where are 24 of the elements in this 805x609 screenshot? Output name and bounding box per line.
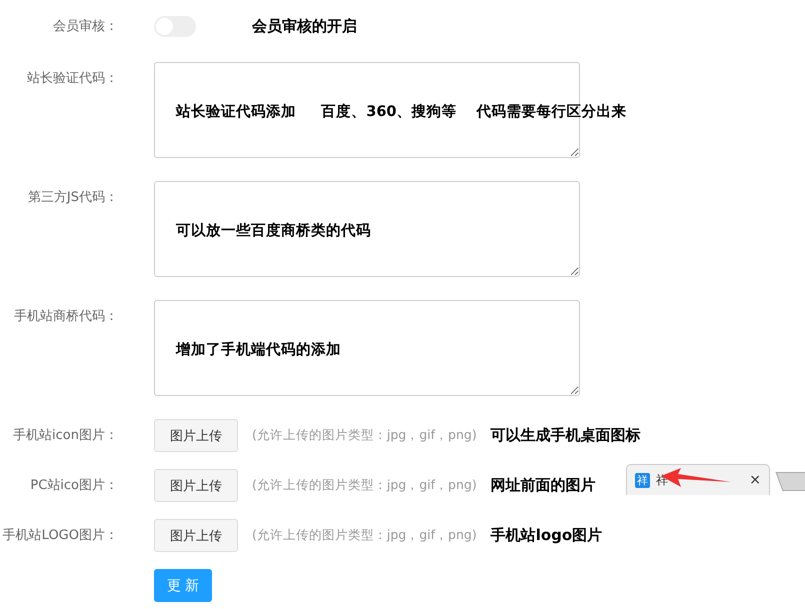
field-label: 会员审核： bbox=[52, 18, 119, 36]
close-icon[interactable]: × bbox=[749, 472, 761, 488]
field-label: 第三方JS代码： bbox=[26, 189, 119, 207]
annotation-note: 会员审核的开启 bbox=[252, 17, 357, 36]
annotation-note: 手机站logo图片 bbox=[490, 526, 602, 545]
annotation-note: 增加了手机端代码的添加 bbox=[176, 340, 341, 359]
annotation-note: 站长验证代码添加 百度、360、搜狗等 代码需要每行区分出来 bbox=[176, 102, 627, 121]
field-label: 手机站icon图片： bbox=[12, 427, 119, 445]
annotation-note: 可以生成手机桌面图标 bbox=[490, 426, 641, 445]
field-label: PC站ico图片： bbox=[29, 477, 119, 495]
upload-button[interactable]: 图片上传 bbox=[154, 519, 238, 552]
file-type-hint: (允许上传的图片类型：jpg，gif，png) bbox=[252, 527, 477, 544]
upload-button[interactable]: 图片上传 bbox=[154, 419, 238, 452]
site-icon: 祥 bbox=[635, 472, 650, 488]
field-label: 手机站LOGO图片： bbox=[2, 527, 119, 545]
upload-button[interactable]: 图片上传 bbox=[154, 469, 238, 502]
file-type-hint: (允许上传的图片类型：jpg，gif，png) bbox=[252, 477, 477, 494]
code-field[interactable] bbox=[154, 181, 580, 277]
annotation-note: 网址前面的图片 bbox=[490, 476, 596, 495]
annotation-note: 可以放一些百度商桥类的代码 bbox=[176, 221, 371, 240]
field-label: 站长验证代码： bbox=[26, 70, 119, 88]
field-label: 手机站商桥代码： bbox=[13, 308, 119, 326]
file-type-hint: (允许上传的图片类型：jpg，gif，png) bbox=[252, 427, 477, 444]
code-field[interactable] bbox=[154, 300, 580, 396]
